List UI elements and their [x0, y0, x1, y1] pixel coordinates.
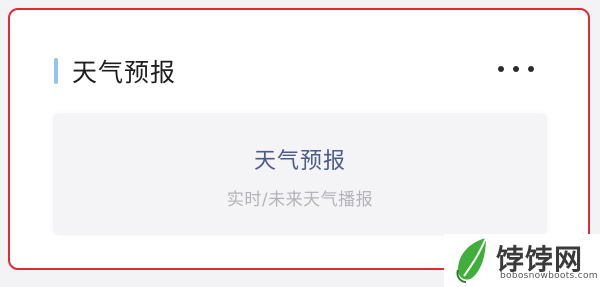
- card-header: 天气预报: [54, 54, 176, 88]
- tile-title: 天气预报: [253, 149, 346, 174]
- more-dot-icon: [513, 66, 519, 72]
- site-watermark: 饽饽网 bobosnowboots.com: [444, 234, 600, 287]
- more-dot-icon: [528, 66, 534, 72]
- watermark-url: bobosnowboots.com: [500, 271, 598, 281]
- card-title: 天气预报: [72, 58, 177, 87]
- title-accent-bar: [54, 58, 58, 84]
- more-options-button[interactable]: [498, 63, 534, 75]
- weather-forecast-tile[interactable]: 天气预报 实时/未来天气播报: [53, 113, 547, 235]
- leaf-logo-icon: [456, 237, 487, 283]
- tile-subtitle: 实时/未来天气播报: [226, 190, 374, 210]
- more-dot-icon: [498, 66, 504, 72]
